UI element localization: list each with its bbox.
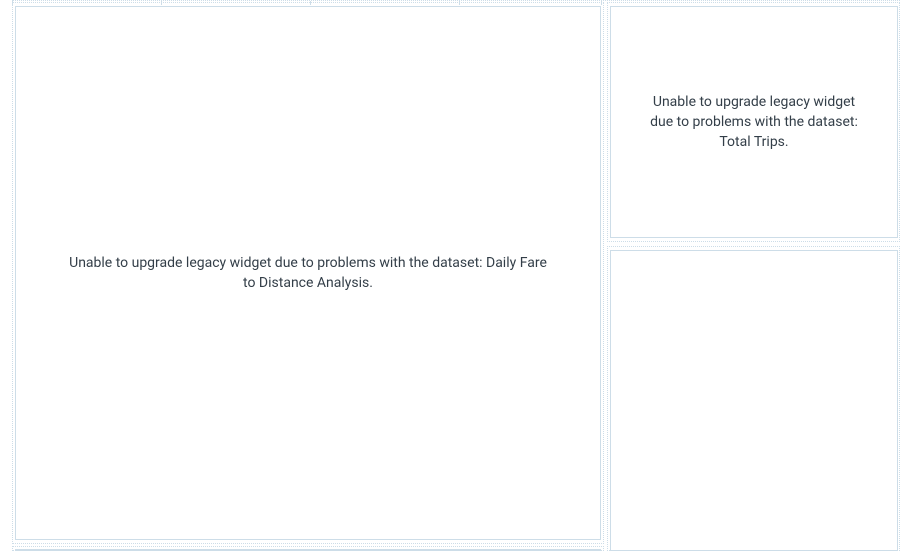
widget-total-trips[interactable]: Unable to upgrade legacy widget due to p… [610,6,898,238]
widget-error-message: Unable to upgrade legacy widget due to p… [63,253,553,294]
dashboard-grid: Unable to upgrade legacy widget due to p… [0,0,900,551]
widget-bottom-right[interactable] [610,250,898,551]
widget-daily-fare-distance[interactable]: Unable to upgrade legacy widget due to p… [15,6,601,540]
widget-error-message: Unable to upgrade legacy widget due to p… [643,92,864,153]
grid-guide-top [12,0,900,4]
